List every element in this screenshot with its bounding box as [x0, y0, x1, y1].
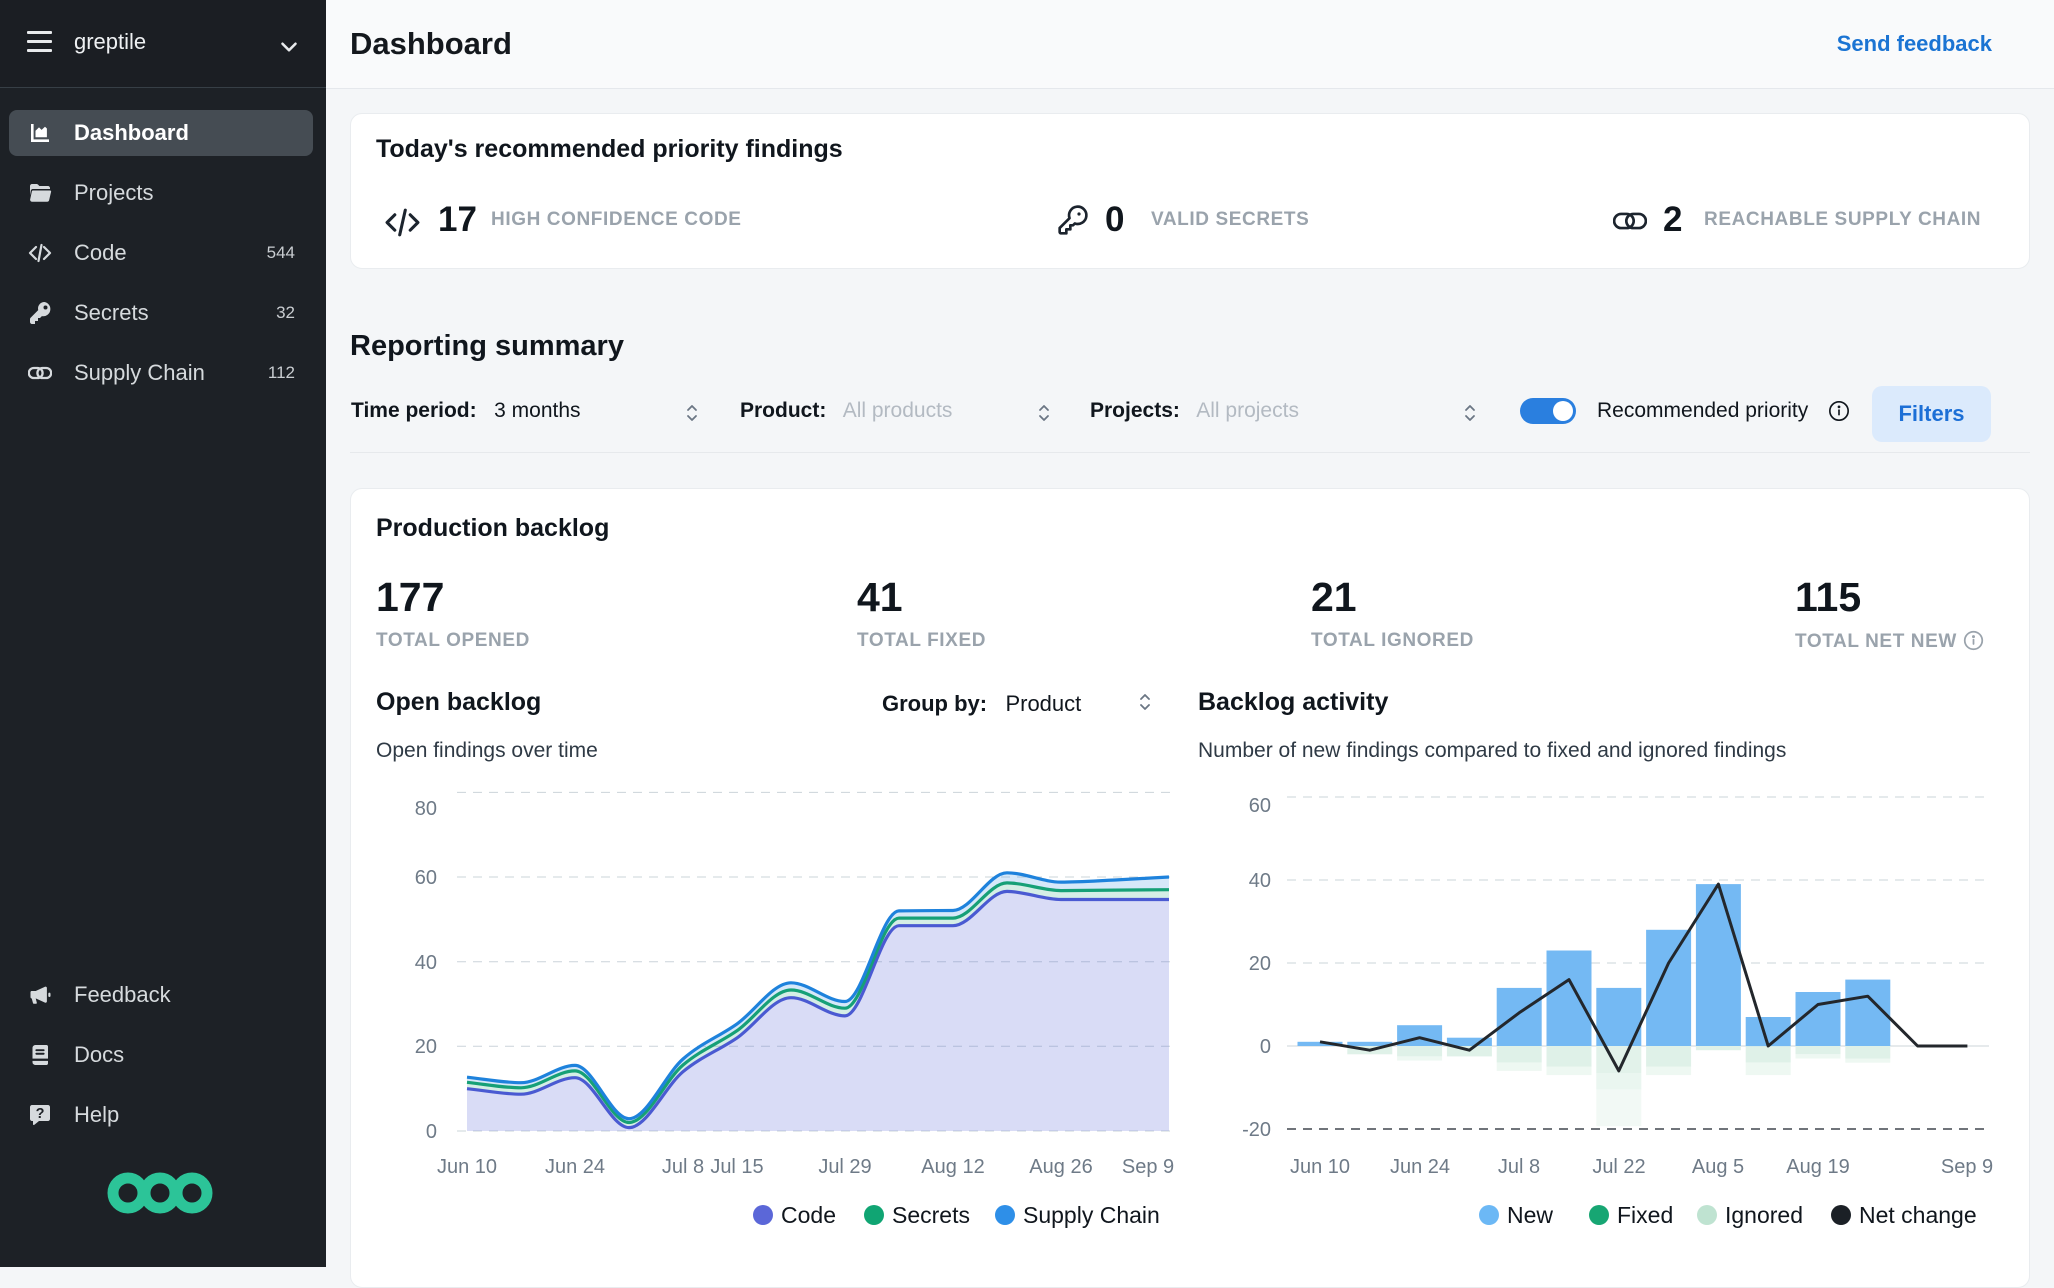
svg-text:Aug 19: Aug 19 [1786, 1156, 1849, 1178]
svg-text:0: 0 [1260, 1036, 1271, 1058]
svg-text:Aug 26: Aug 26 [1029, 1156, 1092, 1178]
svg-text:Jul 22: Jul 22 [1592, 1156, 1645, 1178]
svg-text:Jul 8: Jul 8 [662, 1156, 704, 1178]
svg-text:Supply Chain: Supply Chain [1023, 1202, 1160, 1228]
svg-text:Ignored: Ignored [1725, 1202, 1803, 1228]
svg-text:Sep 9: Sep 9 [1122, 1156, 1174, 1178]
svg-text:0: 0 [426, 1121, 437, 1143]
svg-text:60: 60 [415, 867, 437, 889]
svg-text:Aug 12: Aug 12 [921, 1156, 984, 1178]
svg-text:Jul 15: Jul 15 [710, 1156, 763, 1178]
svg-text:Jul 8: Jul 8 [1498, 1156, 1540, 1178]
svg-text:20: 20 [1249, 953, 1271, 975]
svg-text:20: 20 [415, 1036, 437, 1058]
svg-text:Secrets: Secrets [892, 1202, 970, 1228]
svg-text:Jun 10: Jun 10 [1290, 1156, 1350, 1178]
svg-text:40: 40 [415, 952, 437, 974]
svg-text:Jul 29: Jul 29 [818, 1156, 871, 1178]
svg-text:Aug 5: Aug 5 [1692, 1156, 1744, 1178]
svg-text:Code: Code [781, 1202, 836, 1228]
svg-text:Fixed: Fixed [1617, 1202, 1673, 1228]
svg-text:Jun 24: Jun 24 [545, 1156, 605, 1178]
svg-text:New: New [1507, 1202, 1553, 1228]
svg-text:40: 40 [1249, 870, 1271, 892]
svg-text:?: ? [36, 1106, 45, 1122]
svg-text:60: 60 [1249, 795, 1271, 817]
svg-text:80: 80 [415, 798, 437, 820]
svg-text:Net change: Net change [1859, 1202, 1977, 1228]
svg-text:Sep 9: Sep 9 [1941, 1156, 1993, 1178]
svg-text:Jun 10: Jun 10 [437, 1156, 497, 1178]
svg-text:Jun 24: Jun 24 [1390, 1156, 1450, 1178]
svg-text:-20: -20 [1242, 1119, 1271, 1141]
